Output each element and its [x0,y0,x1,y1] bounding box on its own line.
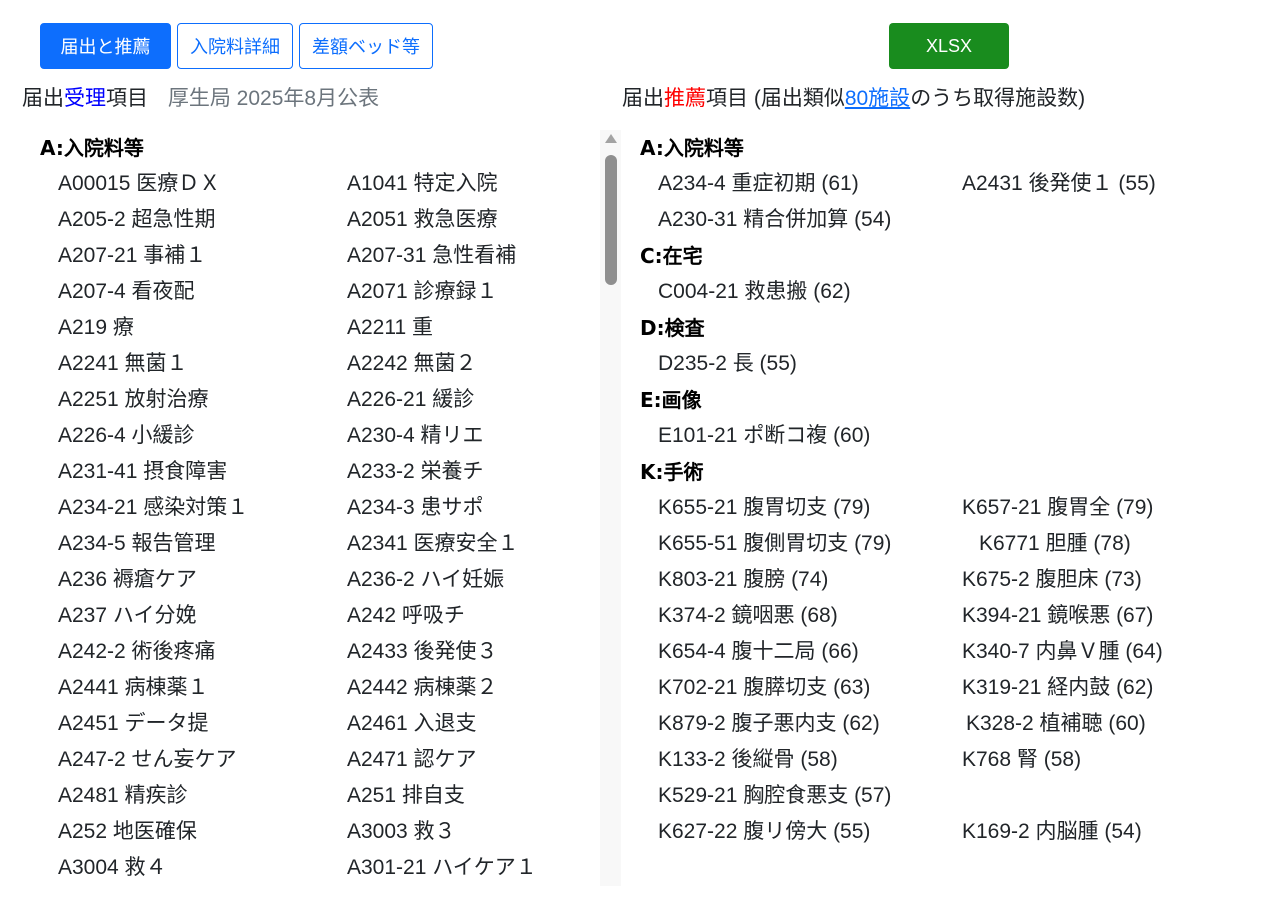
left-heading-part1: 届出 [22,87,64,110]
recommended-item[interactable]: E101-21 ポ断コ複 (60) [658,418,870,454]
accepted-item[interactable]: A207-4 看夜配 [58,274,195,310]
recommended-item[interactable]: D235-2 長 (55) [658,346,797,382]
right-heading-part4: のうち取得施設数) [910,87,1086,110]
recommended-item[interactable]: K675-2 腹胆床 (73) [962,562,1142,598]
accepted-items-panel[interactable]: A:入院料等 A00015 医療ＤＸ A1041 特定入院 A205-2 超急性期 A2… [22,128,620,886]
recommended-item[interactable]: A234-4 重症初期 (61) [658,166,859,202]
accepted-item[interactable]: A2441 病棟薬１ [58,670,209,706]
recommended-item[interactable]: K133-2 後縦骨 (58) [658,742,838,778]
accepted-item[interactable]: A242-2 術後疼痛 [58,634,216,670]
recommended-item[interactable]: K657-21 腹胃全 (79) [962,490,1153,526]
recommended-item[interactable]: K169-2 内脳腫 (54) [962,814,1142,850]
recommended-item[interactable]: K702-21 腹膵切支 (63) [658,670,870,706]
left-heading-part3: 項目 [106,87,148,110]
accepted-item[interactable]: A2461 入退支 [347,706,477,742]
right-section-heading: K:手術 [640,460,704,484]
recommended-item[interactable]: K627-22 腹リ傍大 (55) [658,814,870,850]
right-heading-part3: 項目 (届出類似 [706,87,845,110]
accepted-item[interactable]: A234-21 感染対策１ [58,490,248,526]
recommended-item[interactable]: K394-21 鏡喉悪 (67) [962,598,1153,634]
accepted-item[interactable]: A236 褥瘡ケア [58,562,197,598]
accepted-item[interactable]: A2451 データ提 [58,706,209,742]
accepted-item[interactable]: A219 療 [58,310,134,346]
left-heading-accepted: 受理 [64,87,106,110]
accepted-item[interactable]: A237 ハイ分娩 [58,598,196,634]
recommended-item[interactable]: A2431 後発使１ (55) [962,166,1156,202]
accepted-item[interactable]: A1041 特定入院 [347,166,498,202]
tab-notification-recommendation[interactable]: 届出と推薦 [40,23,171,69]
tab-extra-bed-charges[interactable]: 差額ベッド等 [299,23,433,69]
accepted-item[interactable]: A2471 認ケア [347,742,477,778]
accepted-item[interactable]: A2442 病棟薬２ [347,670,498,706]
accepted-item[interactable]: A2481 精疾診 [58,778,188,814]
right-section-heading: C:在宅 [640,244,703,268]
right-heading-part1: 届出 [622,87,664,110]
right-heading-recommended: 推薦 [664,87,706,110]
accepted-item[interactable]: A231-41 摂食障害 [58,454,227,490]
similar-facilities-link[interactable]: 80施設 [845,87,910,110]
accepted-item[interactable]: A2051 救急医療 [347,202,498,238]
accepted-item[interactable]: A226-4 小緩診 [58,418,195,454]
recommended-item[interactable]: A230-31 精合併加算 (54) [658,202,891,238]
recommended-items-panel: A:入院料等 A234-4 重症初期 (61) A2431 後発使１ (55) A23… [640,128,1260,848]
accepted-item[interactable]: A233-2 栄養チ [347,454,484,490]
accepted-item[interactable]: A252 地医確保 [58,814,197,850]
accepted-item[interactable]: A2211 重 [347,310,433,346]
recommended-item[interactable]: K879-2 腹子悪内支 (62) [658,706,880,742]
accepted-item[interactable]: A236-2 ハイ妊娠 [347,562,504,598]
accepted-item[interactable]: A2433 後発使３ [347,634,498,670]
scroll-up-arrow-icon[interactable] [605,134,617,143]
accepted-item[interactable]: A234-3 患サポ [347,490,484,526]
recommended-item[interactable]: K340-7 内鼻Ｖ腫 (64) [962,634,1163,670]
right-section-heading: D:検査 [640,316,705,340]
recommended-item[interactable]: K374-2 鏡咽悪 (68) [658,598,838,634]
recommended-item[interactable]: K654-4 腹十二局 (66) [658,634,859,670]
accepted-item[interactable]: A2071 診療録１ [347,274,498,310]
right-section-heading: A:入院料等 [640,136,744,160]
accepted-item[interactable]: A00015 医療ＤＸ [58,166,220,202]
recommended-item[interactable]: K529-21 胸腔食悪支 (57) [658,778,891,814]
accepted-item[interactable]: A301-21 ハイケア１ [347,850,537,886]
recommended-item[interactable]: K328-2 植補聴 (60) [966,706,1146,742]
left-heading: 届出受理項目 厚生局 2025年8月公表 [22,84,379,114]
tab-bar: 届出と推薦 入院料詳細 差額ベッド等 [40,23,433,69]
accepted-item[interactable]: A247-2 せん妄ケア [58,742,237,778]
right-heading: 届出推薦項目 (届出類似80施設のうち取得施設数) [622,84,1085,114]
accepted-item[interactable]: A226-21 緩診 [347,382,474,418]
accepted-item[interactable]: A3004 救４ [58,850,167,886]
accepted-item[interactable]: A207-21 事補１ [58,238,206,274]
left-heading-source: 厚生局 2025年8月公表 [167,87,380,110]
tab-admission-fee-detail[interactable]: 入院料詳細 [177,23,293,69]
xlsx-export-button[interactable]: XLSX [889,23,1009,69]
accepted-item[interactable]: A230-4 精リエ [347,418,484,454]
recommended-item[interactable]: K655-21 腹胃切支 (79) [658,490,870,526]
recommended-item[interactable]: K803-21 腹膀 (74) [658,562,828,598]
left-section-heading: A:入院料等 [40,136,144,160]
accepted-item[interactable]: A205-2 超急性期 [58,202,216,238]
accepted-item[interactable]: A242 呼吸チ [347,598,465,634]
accepted-item[interactable]: A207-31 急性看補 [347,238,516,274]
recommended-item[interactable]: C004-21 救患搬 (62) [658,274,851,310]
recommended-item[interactable]: K768 腎 (58) [962,742,1081,778]
accepted-item[interactable]: A2341 医療安全１ [347,526,519,562]
accepted-item[interactable]: A2242 無菌２ [347,346,477,382]
scrollbar-thumb[interactable] [605,155,617,285]
accepted-item[interactable]: A3003 救３ [347,814,456,850]
recommended-item[interactable]: K6771 胆腫 (78) [979,526,1131,562]
accepted-item[interactable]: A2241 無菌１ [58,346,188,382]
recommended-item[interactable]: K319-21 経内鼓 (62) [962,670,1153,706]
right-section-heading: E:画像 [640,388,702,412]
accepted-item[interactable]: A234-5 報告管理 [58,526,216,562]
recommended-item[interactable]: K655-51 腹側胃切支 (79) [658,526,891,562]
accepted-item[interactable]: A251 排自支 [347,778,465,814]
accepted-item[interactable]: A2251 放射治療 [58,382,209,418]
